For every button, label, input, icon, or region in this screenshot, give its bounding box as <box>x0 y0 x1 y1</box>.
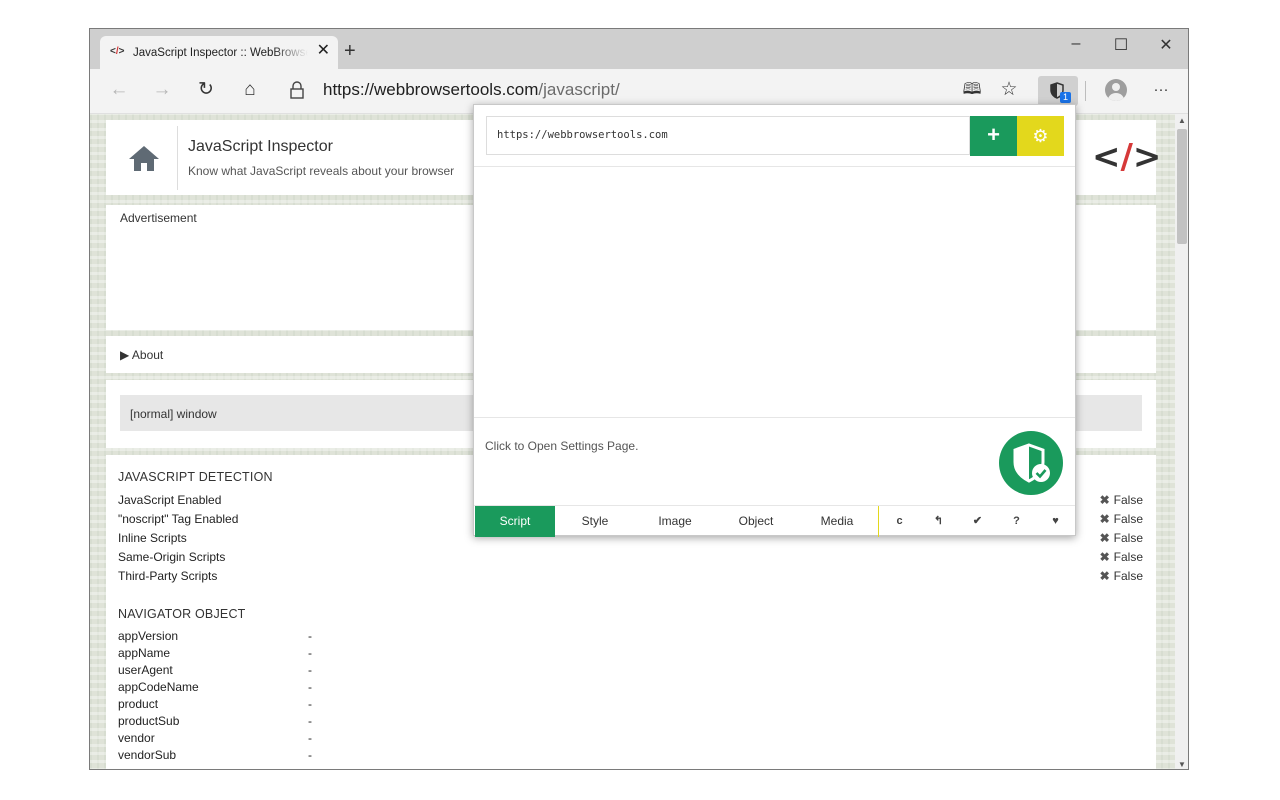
navigator-row: userAgent - <box>118 663 312 677</box>
minimize-button[interactable]: – <box>1062 35 1090 53</box>
tab-separator <box>878 506 879 537</box>
extension-button[interactable] <box>1038 76 1078 106</box>
maximize-button[interactable]: ☐ <box>1107 35 1135 55</box>
read-aloud-icon[interactable]: 🕮 <box>960 79 984 101</box>
scroll-up-arrow-icon[interactable]: ▲ <box>1178 116 1186 125</box>
code-favicon-icon: </> <box>110 46 125 57</box>
navigator-row: appName - <box>118 646 312 660</box>
title-bar: </> JavaScript Inspector :: WebBrowserTo… <box>90 29 1188 69</box>
extension-badge: 1 <box>1060 92 1071 103</box>
page-scrollbar[interactable]: ▲ ▼ <box>1175 114 1188 769</box>
profile-avatar[interactable] <box>1105 79 1127 101</box>
detection-label: "noscript" Tag Enabled <box>118 512 239 526</box>
detection-value: ✖ False <box>1099 531 1143 545</box>
detection-row: Same-Origin Scripts ✖ False <box>118 550 1143 569</box>
open-settings-link[interactable]: Click to Open Settings Page. <box>485 439 638 453</box>
gear-icon[interactable]: ⚙ <box>1017 116 1064 156</box>
page-subtitle: Know what JavaScript reveals about your … <box>188 164 455 178</box>
detection-label: Same-Origin Scripts <box>118 550 226 564</box>
browser-tab[interactable]: </> JavaScript Inspector :: WebBrowserTo… <box>100 36 338 69</box>
about-toggle[interactable]: ▶ About <box>120 348 163 362</box>
detection-label: Third-Party Scripts <box>118 569 218 583</box>
navigator-row: vendorSub - <box>118 748 312 762</box>
tab-title: JavaScript Inspector :: WebBrowserTools <box>133 47 308 59</box>
tab-media[interactable]: Media <box>797 506 877 537</box>
help-icon[interactable]: ? <box>997 506 1036 537</box>
check-icon[interactable]: ✔ <box>958 506 997 537</box>
lock-icon[interactable] <box>290 81 304 99</box>
code-logo-icon: </> <box>1092 137 1162 177</box>
close-window-button[interactable]: ✕ <box>1152 35 1180 55</box>
home-icon[interactable]: ⌂ <box>238 79 262 101</box>
extension-popup: https://webbrowsertools.com + ⚙ Click to… <box>473 104 1076 537</box>
tab-style[interactable]: Style <box>555 506 635 537</box>
detection-label: JavaScript Enabled <box>118 493 222 507</box>
navigator-row: vendor - <box>118 731 312 745</box>
close-tab-icon[interactable]: ✕ <box>317 42 330 60</box>
cross-icon: ✖ <box>1099 550 1110 564</box>
site-home-icon[interactable] <box>128 144 160 172</box>
reload-icon[interactable]: c <box>880 506 919 537</box>
scrollbar-thumb[interactable] <box>1177 129 1187 244</box>
popup-tab-bar: Script Style Image Object Media c ↰ ✔ ? … <box>474 505 1075 537</box>
toolbar-divider <box>1085 81 1086 101</box>
tab-script[interactable]: Script <box>475 506 555 537</box>
detection-value: ✖ False <box>1099 493 1143 507</box>
advertisement-label: Advertisement <box>120 211 197 225</box>
cross-icon: ✖ <box>1099 512 1110 526</box>
popup-divider <box>474 166 1075 167</box>
detection-value: ✖ False <box>1099 569 1143 583</box>
tab-image[interactable]: Image <box>635 506 715 537</box>
tab-object[interactable]: Object <box>716 506 796 537</box>
window-mode-label: [normal] window <box>130 407 217 421</box>
forward-arrow-icon[interactable]: → <box>150 79 174 101</box>
popup-divider <box>474 417 1075 418</box>
scroll-down-arrow-icon[interactable]: ▼ <box>1178 760 1186 769</box>
detection-label: Inline Scripts <box>118 531 187 545</box>
refresh-icon[interactable]: ↻ <box>194 79 218 101</box>
detection-title: JAVASCRIPT DETECTION <box>118 470 273 484</box>
heart-icon[interactable]: ♥ <box>1036 506 1075 537</box>
back-arrow-icon[interactable]: ← <box>107 79 131 101</box>
cross-icon: ✖ <box>1099 493 1110 507</box>
navigator-row: appCodeName - <box>118 680 312 694</box>
undo-icon[interactable]: ↰ <box>919 506 958 537</box>
new-tab-button[interactable]: + <box>344 41 356 61</box>
favorite-star-icon[interactable]: ☆ <box>997 79 1021 101</box>
navigator-row: appVersion - <box>118 629 312 643</box>
address-bar[interactable]: https://webbrowsertools.com/javascript/ <box>323 80 620 100</box>
site-url-field[interactable]: https://webbrowsertools.com <box>486 116 970 155</box>
add-site-button[interactable]: + <box>970 116 1017 156</box>
detection-row: Third-Party Scripts ✖ False <box>118 569 1143 588</box>
page-title: JavaScript Inspector <box>188 138 333 155</box>
navigator-row: productSub - <box>118 714 312 728</box>
cross-icon: ✖ <box>1099 569 1110 583</box>
more-menu-icon[interactable]: ··· <box>1149 79 1173 101</box>
detection-value: ✖ False <box>1099 550 1143 564</box>
navigator-title: NAVIGATOR OBJECT <box>118 607 246 621</box>
cross-icon: ✖ <box>1099 531 1110 545</box>
navigator-row: product - <box>118 697 312 711</box>
shield-check-icon[interactable] <box>999 431 1063 495</box>
detection-value: ✖ False <box>1099 512 1143 526</box>
header-divider <box>177 126 178 190</box>
